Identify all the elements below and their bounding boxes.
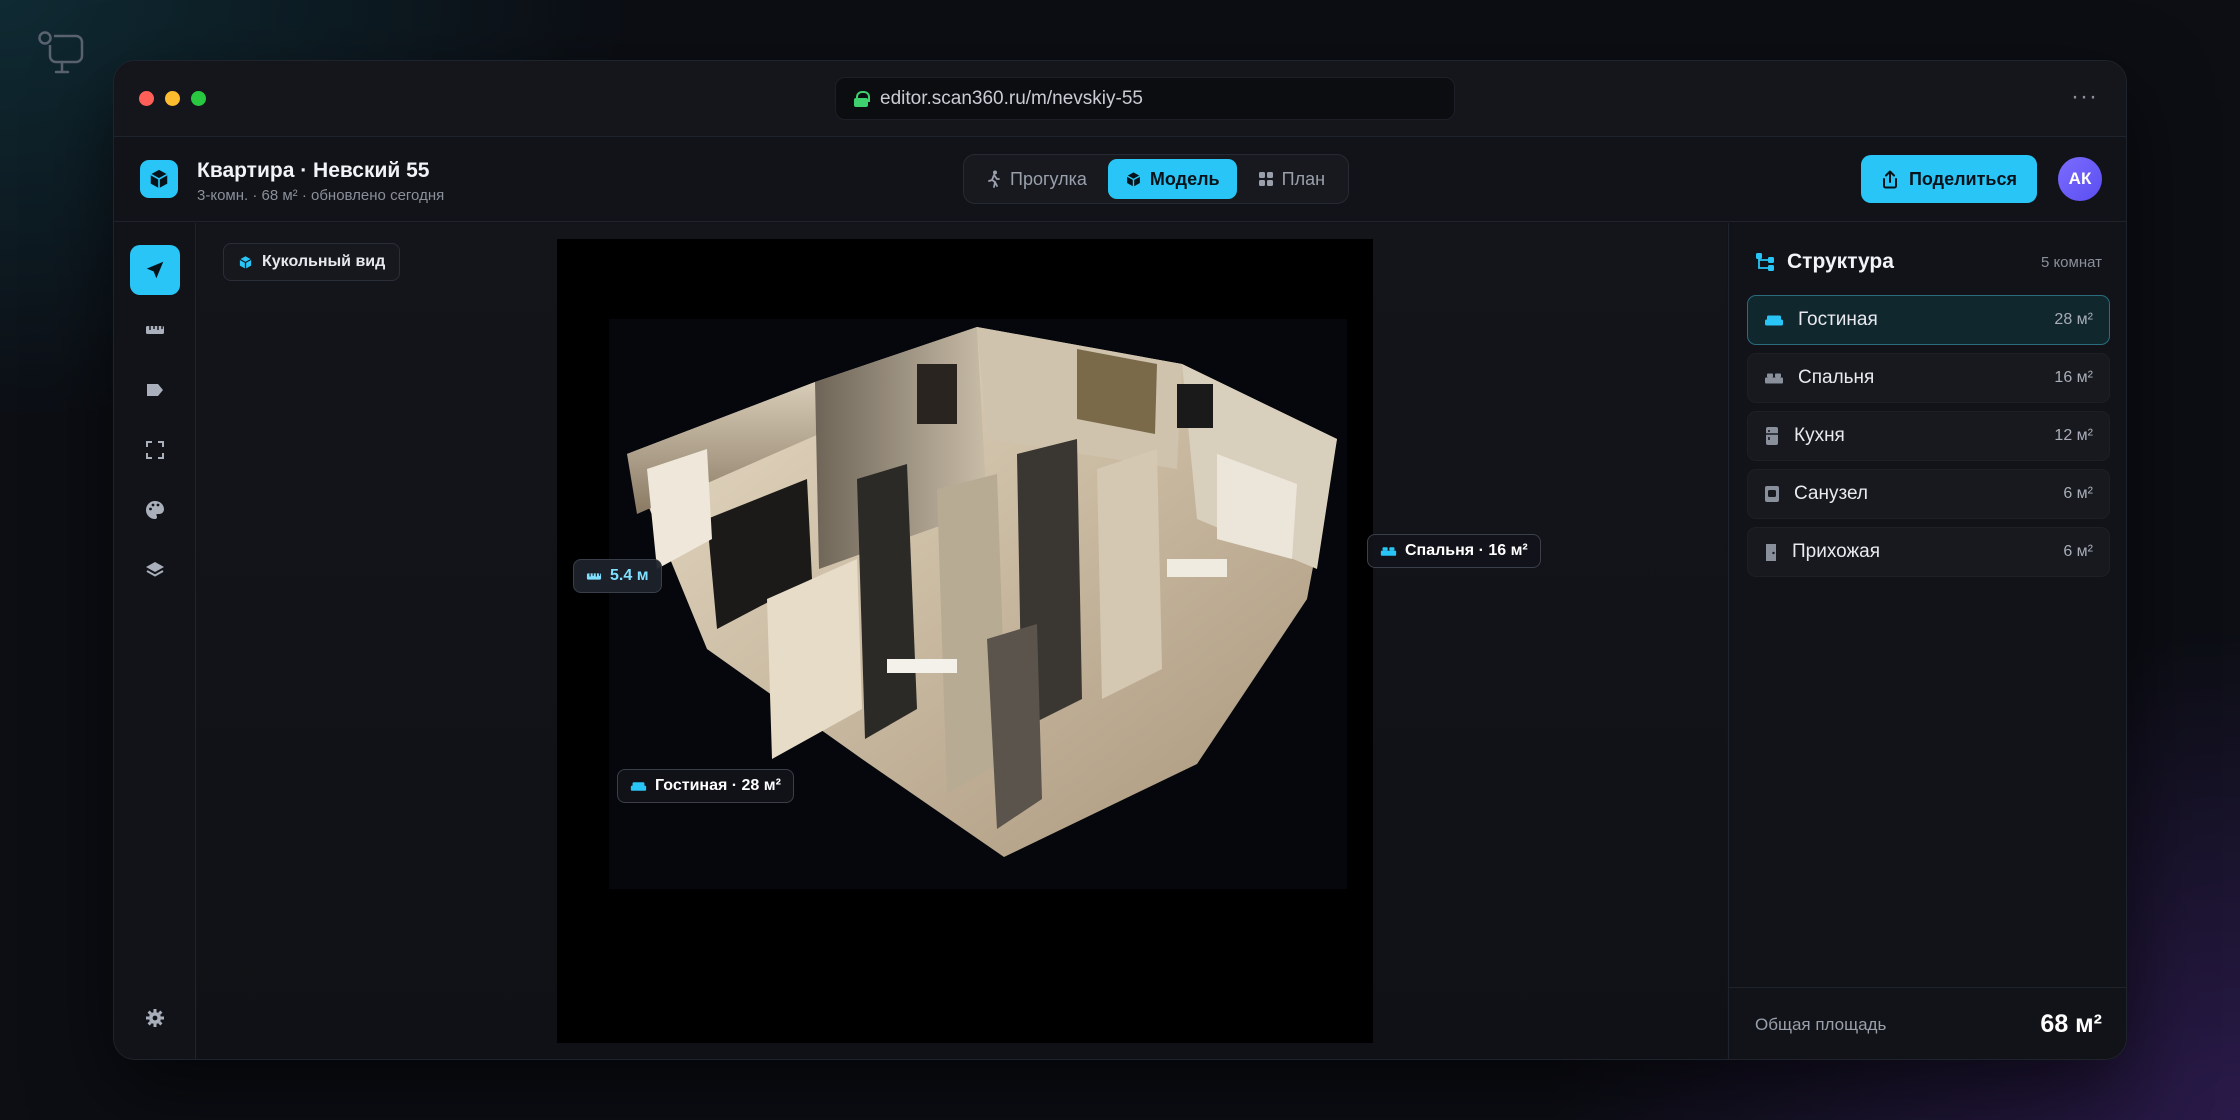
share-icon xyxy=(1882,170,1897,188)
cube-icon xyxy=(239,255,252,269)
room-item-kitchen[interactable]: Кухня 12 м² xyxy=(1747,411,2110,461)
measurement-tag-label: 5.4 м xyxy=(610,567,649,584)
measure-tool-button[interactable] xyxy=(130,305,180,355)
bed-icon xyxy=(1765,373,1783,383)
tab-walk-label: Прогулка xyxy=(1010,168,1087,189)
address-bar[interactable]: editor.scan360.ru/m/nevskiy-55 xyxy=(835,77,1455,120)
sofa-icon xyxy=(1765,315,1783,325)
tag-tool-button[interactable] xyxy=(130,365,180,415)
room-item-bathroom[interactable]: Санузел 6 м² xyxy=(1747,469,2110,519)
view-mode-switch: Прогулка Модель План xyxy=(963,154,1349,204)
room-item-name: Прихожая xyxy=(1792,541,1881,562)
cube-icon xyxy=(1126,171,1141,187)
bath-icon xyxy=(1765,486,1779,502)
dollhouse-model[interactable] xyxy=(557,239,1373,1043)
url-text: editor.scan360.ru/m/nevskiy-55 xyxy=(880,87,1143,109)
tab-plan[interactable]: План xyxy=(1241,159,1342,199)
browser-window: editor.scan360.ru/m/nevskiy-55 ··· Кварт… xyxy=(113,60,2127,1060)
layers-tool-button[interactable] xyxy=(130,545,180,595)
dollhouse-view-chip[interactable]: Кукольный вид xyxy=(223,243,401,281)
fridge-icon xyxy=(1766,427,1778,445)
measurement-tag[interactable]: 5.4 м xyxy=(573,559,662,593)
door-icon xyxy=(1766,543,1776,561)
bed-icon xyxy=(1380,546,1397,556)
total-area-label: Общая площадь xyxy=(1755,1014,1887,1034)
share-button[interactable]: Поделиться xyxy=(1861,155,2037,203)
room-tag-bedroom-label: Спальня · 16 м² xyxy=(1405,542,1528,559)
sofa-icon xyxy=(630,781,647,791)
ruler-icon xyxy=(586,572,602,580)
structure-panel-title: Структура xyxy=(1787,250,1894,273)
room-count: 5 комнат xyxy=(2040,253,2102,271)
model-viewport[interactable]: Кукольный вид 5.4 м Спальня · 16 м² Гост… xyxy=(197,223,1816,1059)
window-maximize-button[interactable] xyxy=(191,91,206,106)
fullscreen-icon xyxy=(146,441,164,459)
page-subtitle: 3-комн. · 68 м² · обновлено сегодня xyxy=(197,187,445,204)
brand-logo-icon xyxy=(38,31,84,74)
room-item-name: Гостиная xyxy=(1798,309,1878,330)
room-item-area: 16 м² xyxy=(2054,369,2093,386)
cube-icon xyxy=(150,169,168,189)
navigate-icon xyxy=(146,261,164,279)
room-item-area: 6 м² xyxy=(2063,485,2093,502)
app-header: Квартира · Невский 55 3-комн. · 68 м² · … xyxy=(114,138,2126,222)
walk-icon xyxy=(988,170,1000,188)
app-logo[interactable] xyxy=(140,160,178,198)
window-minimize-button[interactable] xyxy=(165,91,180,106)
layers-icon xyxy=(146,562,164,577)
browser-titlebar: editor.scan360.ru/m/nevskiy-55 ··· xyxy=(114,61,2126,137)
avatar[interactable]: АК xyxy=(2058,157,2102,201)
grid-icon xyxy=(1258,172,1273,186)
fullscreen-tool-button[interactable] xyxy=(130,425,180,475)
room-tag-bedroom[interactable]: Спальня · 16 м² xyxy=(1367,534,1541,568)
share-button-label: Поделиться xyxy=(1908,168,2018,189)
total-area-footer: Общая площадь 68 м² xyxy=(1729,987,2126,1059)
apartment-3d-render xyxy=(557,239,1373,1043)
settings-icon xyxy=(146,1009,164,1027)
room-item-area: 6 м² xyxy=(2063,543,2093,560)
room-item-name: Санузел xyxy=(1794,483,1869,504)
room-item-hallway[interactable]: Прихожая 6 м² xyxy=(1747,527,2110,577)
structure-panel-header: Структура 5 комнат xyxy=(1755,247,2102,277)
total-area-value: 68 м² xyxy=(2040,1010,2102,1038)
room-item-living[interactable]: Гостиная 28 м² xyxy=(1747,295,2110,345)
tab-model[interactable]: Модель xyxy=(1107,159,1237,199)
room-item-name: Кухня xyxy=(1794,425,1845,446)
room-tag-living-label: Гостиная · 28 м² xyxy=(655,777,781,794)
tab-model-label: Модель xyxy=(1149,168,1220,189)
dollhouse-view-label: Кукольный вид xyxy=(262,253,386,270)
settings-button[interactable] xyxy=(130,993,180,1043)
navigate-tool-button[interactable] xyxy=(130,245,180,295)
palette-icon xyxy=(146,501,164,519)
tree-structure-icon xyxy=(1756,253,1774,271)
ruler-icon xyxy=(146,326,164,334)
tab-plan-label: План xyxy=(1281,168,1326,189)
tag-icon xyxy=(147,384,163,396)
room-tag-living[interactable]: Гостиная · 28 м² xyxy=(617,769,794,803)
room-item-name: Спальня xyxy=(1798,367,1875,388)
page-title: Квартира · Невский 55 xyxy=(197,159,430,182)
left-toolbar xyxy=(114,223,196,1059)
palette-tool-button[interactable] xyxy=(130,485,180,535)
window-close-button[interactable] xyxy=(139,91,154,106)
more-options-button[interactable]: ··· xyxy=(2071,85,2098,109)
lock-icon xyxy=(854,90,870,107)
room-item-area: 12 м² xyxy=(2054,427,2093,444)
room-item-area: 28 м² xyxy=(2054,311,2093,328)
room-item-bedroom[interactable]: Спальня 16 м² xyxy=(1747,353,2110,403)
structure-panel: Структура 5 комнат Гостиная 28 м² Спальн… xyxy=(1728,223,2126,1059)
tab-walk[interactable]: Прогулка xyxy=(969,159,1104,199)
